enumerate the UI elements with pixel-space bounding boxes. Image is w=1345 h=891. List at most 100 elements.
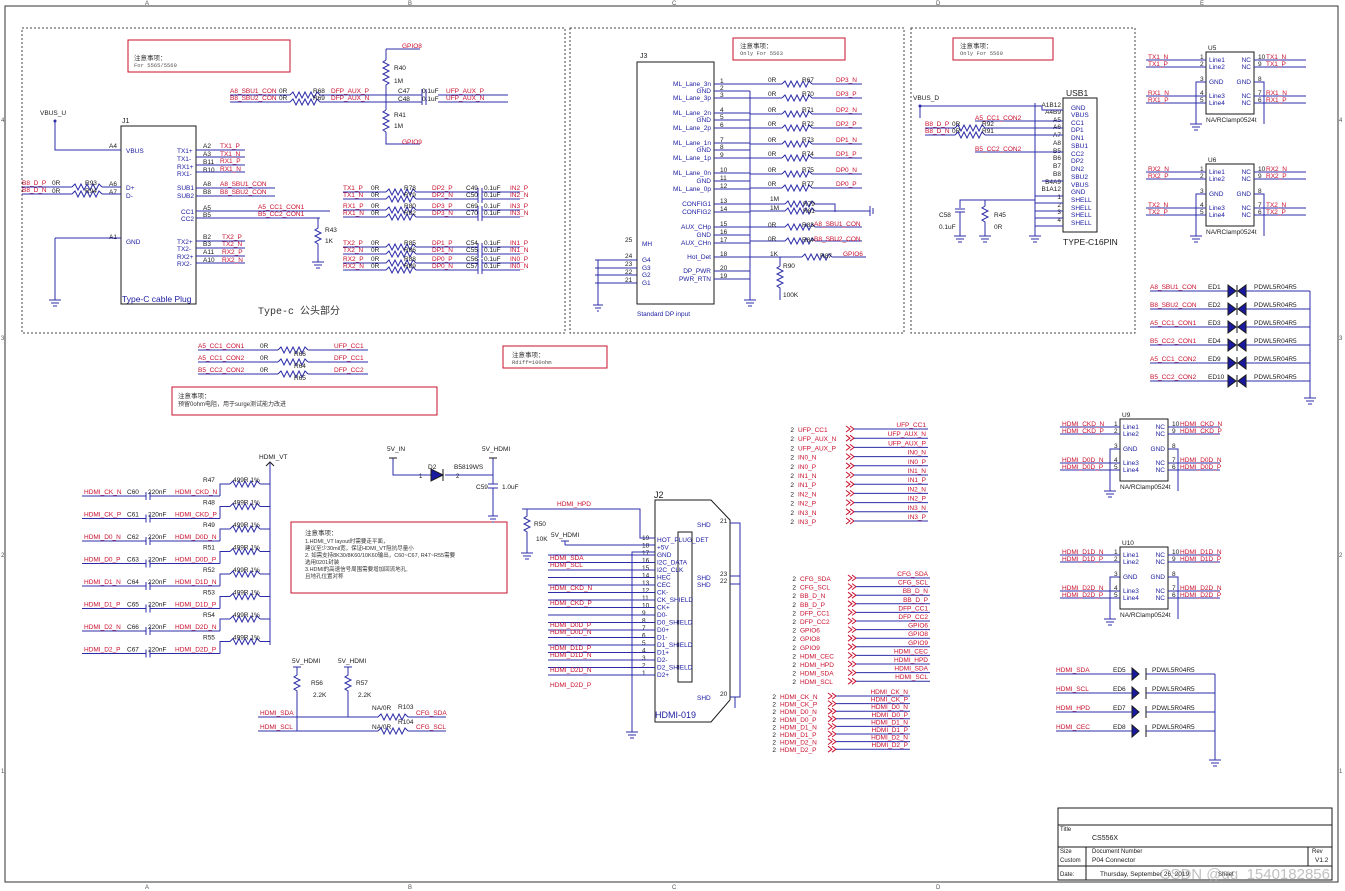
offpage-index: 2 [790, 501, 794, 508]
svg-text:B8_D_P: B8_D_P [22, 180, 46, 187]
lane-row: RX2_N 0R R89 DP0_N C57 0.1uF IN0_N [343, 263, 529, 275]
svg-text:RX1_P: RX1_P [220, 158, 241, 165]
tvs-row: B5_CC2_CON2 ED10 PDWL5R04R5 [1150, 374, 1310, 388]
net-label: TX1_P [343, 185, 363, 192]
pin-name: GND [1151, 574, 1166, 581]
pin-name: GND [1071, 105, 1086, 112]
resistor-ref: R86 [404, 247, 416, 254]
net-label: IN0_N [510, 263, 529, 270]
net-label: HDMI_CK_P [84, 512, 121, 519]
esd-part: NA/RClamp0524t [1206, 229, 1257, 236]
resistor-ref: R80 [404, 203, 416, 210]
capacitor-value: 220nF [148, 512, 166, 519]
net-label: HDMI_CK_P [871, 697, 908, 704]
row-label: 1 [1339, 769, 1343, 775]
pin-number: 23 [720, 571, 728, 578]
pin-number: 8 [642, 618, 646, 625]
offpage-arrow [847, 583, 857, 590]
tvs-row: A8_SBU1_CON ED1 PDWL5R04R5 [1150, 284, 1310, 298]
svg-text:0R: 0R [52, 188, 61, 195]
net-label: HDMI_D1_P [872, 727, 908, 734]
net-label: HDMI_CKD_P [175, 512, 217, 519]
net-label: RX1_P [343, 203, 364, 210]
usb1-ref: USB1 [1066, 88, 1088, 98]
svg-text:TX1_P: TX1_P [220, 143, 240, 150]
svg-text:TX2+: TX2+ [177, 239, 193, 246]
svg-text:HDMI_HPD: HDMI_HPD [557, 501, 591, 508]
pin-number: 17 [642, 550, 650, 557]
resistor-ref: R84 [802, 237, 814, 244]
net-label: CFG_SDA [897, 571, 928, 578]
net-label: HDMI_D2_N [780, 740, 817, 747]
net-label: HDMI_CEC [894, 648, 928, 655]
pin-name: GND [1123, 574, 1138, 581]
cc-row: B5_CC2_CON2 0R R65 DFP_CC2 [198, 367, 368, 382]
pin-number: 13 [642, 580, 650, 587]
svg-text:A7: A7 [109, 189, 117, 196]
svg-text:G1: G1 [642, 280, 651, 287]
usb1-name: TYPE-C16PIN [1063, 237, 1118, 247]
net-label: GPIO9 [800, 645, 820, 652]
hdmi-termination-block: HDMI_VT HDMI_CK_N C60 220nF HDMI_CKD_N R47 499… [82, 454, 288, 658]
svg-text:B8_D_P: B8_D_P [925, 121, 949, 128]
net-label: TX1_N [343, 192, 364, 199]
svg-text:1M: 1M [394, 123, 403, 130]
net-label: UFP_CC1 [334, 343, 364, 350]
svg-text:GND: GND [126, 239, 141, 246]
resistor-ref: R54 [203, 612, 215, 619]
pin-number: 11 [642, 595, 649, 602]
offpage-index: 2 [792, 576, 796, 583]
vbus-u-label: VBUS_U [40, 110, 66, 117]
net-label: HDMI_CK_N [780, 694, 818, 701]
net-label: HDMI_SDA [800, 671, 834, 678]
net-label: IN3_P [798, 519, 816, 526]
net-label: IN2_P [798, 501, 816, 508]
pin-name: NC [1242, 176, 1252, 183]
offpage-arrow [845, 434, 855, 442]
pin-name: ML_Lane_3n [673, 81, 711, 88]
svg-text:R94: R94 [85, 188, 97, 195]
tvs-part: PDWL5R04R5 [1254, 374, 1297, 381]
svg-text:注意事项：: 注意事项： [305, 528, 338, 537]
pin-name: DN1 [1071, 135, 1084, 142]
pin-name: NC [1242, 57, 1252, 64]
pin-name: GND [1209, 191, 1224, 198]
net-label: IN1_N [908, 468, 927, 475]
pin-name: CC2 [1071, 151, 1084, 158]
pin-name: D0- [657, 612, 667, 619]
net-label: DFP_CC2 [334, 367, 364, 374]
offpage-index: 2 [790, 510, 794, 517]
pin-name: CONFIG1 [682, 201, 711, 208]
svg-text:0R: 0R [52, 180, 61, 187]
tvs-ref: ED6 [1113, 686, 1126, 693]
net-label: DP0_N [432, 263, 453, 270]
offpage-index: 2 [792, 653, 796, 660]
resistor-ref: R47 [203, 477, 215, 484]
svg-text:B2: B2 [203, 234, 211, 241]
svg-text:Custom: Custom [1060, 858, 1081, 864]
svg-text:B5_CC2_CON1: B5_CC2_CON1 [258, 211, 305, 218]
pin-name: SHELL [1071, 205, 1092, 212]
net-label: HDMI_SDA [1056, 667, 1090, 674]
svg-text:B8_SBU2_CON: B8_SBU2_CON [220, 189, 267, 196]
svg-text:A8_SBU1_CON: A8_SBU1_CON [220, 181, 267, 188]
lane-block: TX1_P 0R R78 DP2_P C49 0.1uF IN2_P TX1_N 0R R79 DP… [258, 185, 529, 275]
pin-name: HOT_PLUG_DET [657, 537, 709, 544]
pin-number: 5 [642, 640, 646, 647]
net-label: HDMI_D0D_P [1180, 464, 1221, 471]
tvs-ref: ED1 [1208, 284, 1221, 291]
svg-text:Document Number: Document Number [1092, 849, 1142, 855]
svg-text:CFG_SDA: CFG_SDA [416, 710, 447, 717]
row-label: 4 [1, 118, 5, 124]
pin-name: Line3 [1123, 588, 1139, 595]
pin-name: Line3 [1209, 205, 1225, 212]
typec-plug-section [21, 27, 566, 334]
svg-text:A5_CC1_CON1: A5_CC1_CON1 [258, 204, 305, 211]
pin-number: 7 [642, 625, 646, 632]
usb-note: 注意事项： Only For 5569 [952, 37, 1054, 61]
svg-text:R45: R45 [994, 212, 1006, 219]
rdiff-note: 注意事项： Rdiff=100ohm [502, 345, 608, 369]
svg-text:G3: G3 [642, 265, 651, 272]
tvs-row: HDMI_SCL ED6 PDWL5R04R5 [1056, 685, 1215, 701]
capacitor-value: 220nF [148, 579, 166, 586]
